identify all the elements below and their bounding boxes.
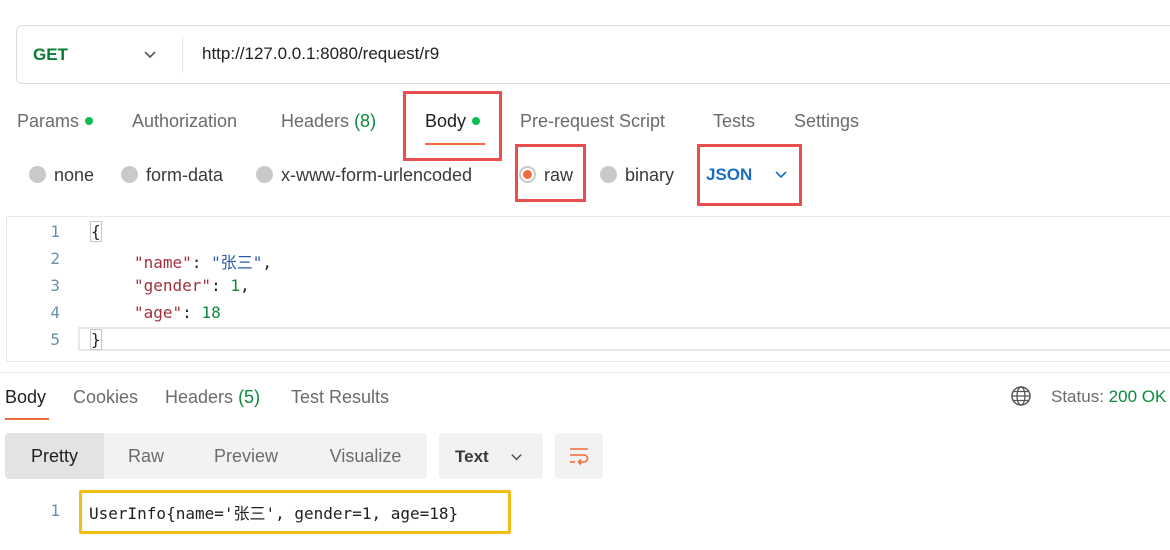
radio-none[interactable]: none — [29, 165, 94, 186]
section-divider — [0, 372, 1170, 373]
radio-circle — [29, 166, 46, 184]
active-tab-underline — [5, 418, 49, 420]
radio-binary[interactable]: binary — [600, 165, 674, 186]
radio-form-data[interactable]: form-data — [121, 165, 223, 186]
globe-icon[interactable] — [1010, 385, 1032, 407]
code-line: "gender": 1, — [134, 276, 250, 295]
view-mode-preview[interactable]: Preview — [188, 433, 304, 479]
status-code: 200 OK — [1108, 387, 1167, 406]
current-line-highlight — [78, 327, 1170, 351]
view-mode-visualize[interactable]: Visualize — [304, 433, 427, 479]
json-key: "gender" — [134, 276, 212, 295]
headers-count: (5) — [238, 387, 261, 407]
view-mode-pretty[interactable]: Pretty — [5, 433, 104, 479]
response-format-label: Text — [455, 447, 489, 466]
line-number: 2 — [50, 249, 60, 268]
radio-circle — [121, 166, 138, 184]
body-tab-highlight — [403, 91, 502, 161]
line-number: 3 — [50, 276, 60, 295]
chevron-down-icon[interactable] — [509, 449, 524, 464]
headers-count: (8) — [354, 111, 377, 131]
code-line: "age": 18 — [134, 303, 221, 322]
response-tab-cookies[interactable]: Cookies — [73, 387, 138, 408]
code-line: } — [90, 329, 102, 350]
radio-x-www-form-urlencoded[interactable]: x-www-form-urlencoded — [256, 165, 472, 186]
tab-headers[interactable]: Headers (8) — [281, 111, 376, 132]
response-tab-body[interactable]: Body — [5, 387, 46, 408]
radio-circle — [256, 166, 273, 184]
view-mode-raw[interactable]: Raw — [104, 433, 188, 479]
json-value: 18 — [201, 303, 221, 322]
json-value: 1 — [230, 276, 240, 295]
raw-highlight — [515, 144, 586, 202]
line-number: 1 — [50, 501, 60, 520]
response-tab-headers[interactable]: Headers (5) — [165, 387, 260, 408]
close-brace: } — [90, 329, 102, 350]
chevron-down-icon[interactable] — [142, 46, 158, 62]
params-indicator-dot — [85, 116, 94, 125]
json-key: "name" — [134, 253, 192, 272]
response-body-text: UserInfo{name='张三', gender=1, age=18} — [89, 504, 459, 523]
radio-circle — [600, 166, 617, 184]
code-line: { — [90, 221, 102, 242]
tab-tests[interactable]: Tests — [713, 111, 755, 132]
tab-params[interactable]: Params — [17, 111, 94, 132]
json-value: "张三" — [211, 253, 263, 272]
url-input[interactable]: http://127.0.0.1:8080/request/r9 — [202, 44, 439, 64]
response-tab-test-results[interactable]: Test Results — [291, 387, 389, 408]
wrap-lines-icon — [570, 448, 589, 466]
url-bar — [16, 25, 1170, 84]
json-highlight — [697, 144, 802, 206]
line-number: 1 — [50, 222, 60, 241]
line-number: 5 — [50, 330, 60, 349]
tab-pre-request-script[interactable]: Pre-request Script — [520, 111, 665, 132]
response-status: Status: 200 OK — [1051, 387, 1167, 406]
tab-authorization[interactable]: Authorization — [132, 111, 237, 132]
open-brace: { — [90, 221, 102, 242]
tab-settings[interactable]: Settings — [794, 111, 859, 132]
method-select[interactable]: GET — [33, 45, 68, 65]
json-key: "age" — [134, 303, 183, 322]
code-line: "name": "张三", — [134, 253, 272, 272]
line-number: 4 — [50, 303, 60, 322]
url-divider — [182, 37, 183, 73]
